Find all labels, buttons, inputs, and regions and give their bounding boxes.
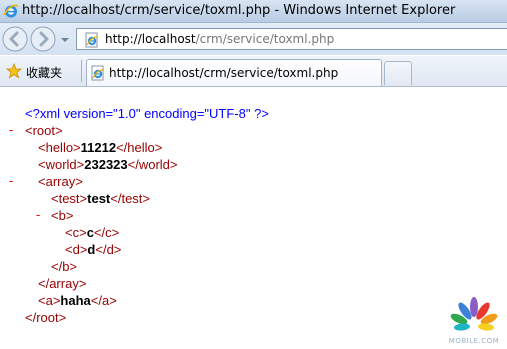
tab-divider [81, 60, 82, 82]
xml-b-close: </b> [51, 258, 77, 275]
recent-pages-dropdown-icon[interactable] [59, 34, 71, 46]
address-host: http://localhost [105, 32, 196, 46]
c-value: c [86, 225, 94, 240]
address-path: /crm/service/toxml.php [195, 32, 335, 46]
ie-logo-icon [3, 4, 19, 18]
collapse-b-toggle[interactable]: - [36, 207, 40, 222]
tag-a-close: </a> [90, 293, 117, 308]
new-tab-button[interactable] [384, 61, 412, 85]
xml-hello-node: <hello>11212</hello> [38, 139, 162, 156]
xml-array-open: <array> [38, 173, 83, 190]
window-title: http://localhost/crm/service/toxml.php -… [22, 3, 456, 18]
tag-root-open: <root> [25, 123, 63, 138]
address-url: http://localhost/crm/service/toxml.php [105, 32, 334, 46]
favorites-label: 收藏夹 [26, 66, 63, 80]
tag-test-open: <test> [51, 191, 88, 206]
window-title-bar: http://localhost/crm/service/toxml.php -… [0, 0, 507, 23]
xml-root-open: <root> [25, 122, 63, 139]
favorites-button[interactable]: 收藏夹 [4, 61, 62, 81]
watermark-text: MOBILE.COM [448, 337, 500, 345]
tag-c-open: <c> [65, 225, 87, 240]
a-value: haha [60, 293, 91, 308]
watermark-logo: MOBILE.COM [448, 293, 500, 349]
tag-test-close: </test> [110, 191, 151, 206]
star-icon [6, 63, 22, 79]
tab-label: http://localhost/crm/service/toxml.php [109, 66, 339, 80]
tag-world-open: <world> [38, 157, 85, 172]
peacock-logo-icon [450, 297, 498, 331]
collapse-array-toggle[interactable]: - [9, 173, 13, 188]
tag-d-open: <d> [65, 242, 88, 257]
xml-array-close: </array> [38, 275, 86, 292]
xml-declaration: <?xml version="1.0" encoding="UTF-8" ?> [25, 106, 269, 121]
tag-b-open: <b> [51, 208, 74, 223]
tag-c-close: </c> [93, 225, 120, 240]
xml-root-close: </root> [25, 309, 66, 326]
xml-a-node: <a>haha</a> [38, 292, 117, 309]
address-bar[interactable]: http://localhost/crm/service/toxml.php [76, 28, 507, 50]
tag-array-close: </array> [38, 276, 87, 291]
tab-bar: 收藏夹 http://localhost/crm/service/toxml.p… [0, 56, 507, 87]
page-icon [91, 65, 105, 81]
navigation-bar: http://localhost/crm/service/toxml.php [0, 23, 507, 55]
test-value: test [87, 191, 111, 206]
back-button[interactable] [2, 26, 28, 52]
tag-hello-open: <hello> [38, 140, 81, 155]
tag-d-close: </d> [95, 242, 122, 257]
page-icon [85, 32, 99, 48]
xml-b-open: <b> [51, 207, 73, 224]
forward-button[interactable] [30, 26, 56, 52]
xml-test-node: <test>test</test> [51, 190, 150, 207]
tag-world-close: </world> [127, 157, 178, 172]
tab-toxml[interactable]: http://localhost/crm/service/toxml.php [86, 59, 382, 86]
hello-value: 11212 [80, 140, 117, 155]
tag-array-open: <array> [38, 174, 83, 189]
xml-world-node: <world>232323</world> [38, 156, 178, 173]
tag-root-close: </root> [25, 310, 67, 325]
world-value: 232323 [84, 157, 128, 172]
xml-document-view: <?xml version="1.0" encoding="UTF-8" ?> … [0, 87, 507, 349]
xml-d-node: <d>d</d> [65, 241, 121, 258]
tag-b-close: </b> [51, 259, 78, 274]
collapse-root-toggle[interactable]: - [9, 122, 13, 137]
tag-a-open: <a> [38, 293, 61, 308]
tag-hello-close: </hello> [116, 140, 163, 155]
xml-c-node: <c>c</c> [65, 224, 119, 241]
